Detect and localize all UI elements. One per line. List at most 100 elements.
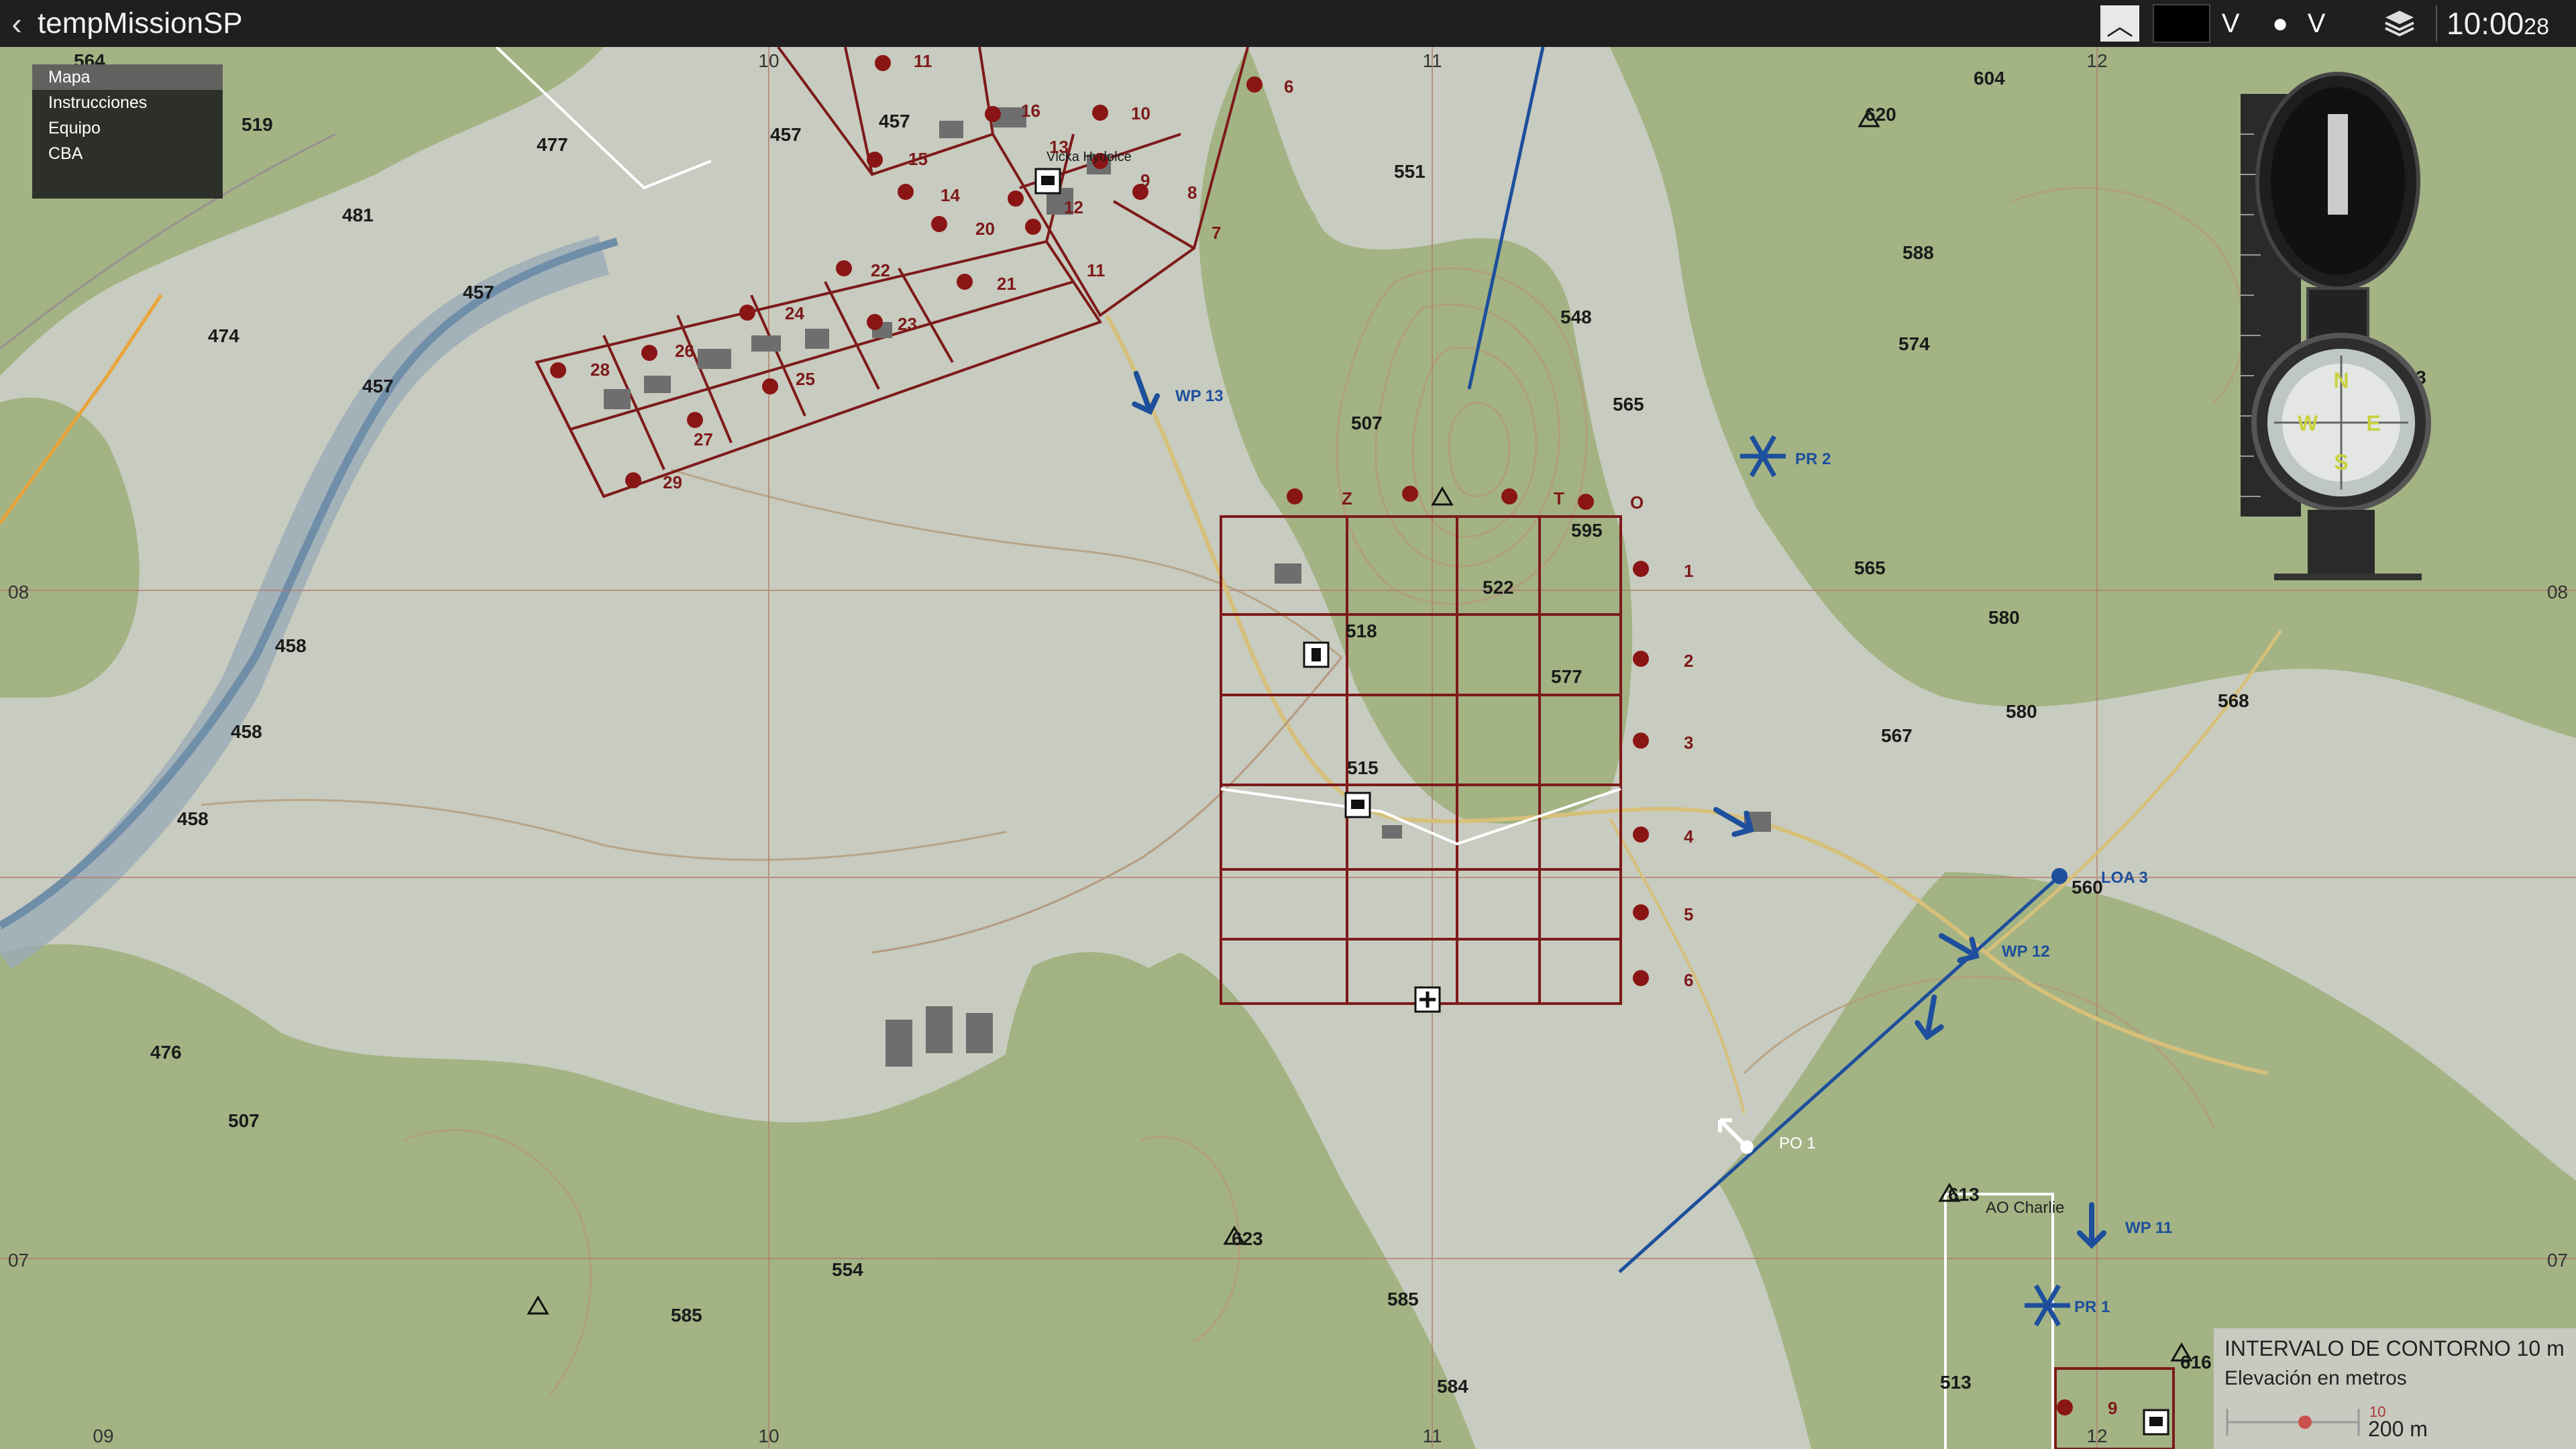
toolbar-divider [2436, 5, 2438, 42]
menu-item-mapa[interactable]: Mapa [32, 64, 223, 90]
elevation-label: 458 [231, 721, 262, 742]
marker-label: LOA 3 [2101, 869, 2148, 887]
ao-dot [2057, 1399, 2073, 1415]
grid-label-right: 08 [2547, 582, 2568, 602]
elevation-label: 477 [537, 134, 568, 155]
grid-dot [1287, 488, 1303, 504]
elevation-label: 565 [1613, 394, 1644, 415]
grid-label-top: 11 [1422, 50, 1442, 71]
sector-dot [898, 184, 914, 200]
sector-dot [625, 472, 641, 488]
sector-number: 27 [694, 429, 713, 449]
grid-dot [1578, 494, 1594, 510]
grid-label-right: 07 [2547, 1250, 2568, 1271]
sector-dot [867, 152, 883, 168]
tactical-map[interactable]: 10 11 1209 10 11 1208070807564519477 457457481… [0, 0, 2576, 1449]
sector-dot [739, 305, 755, 321]
marker-type-icon[interactable]: ● [2260, 5, 2300, 42]
grid-digit: 6 [1684, 970, 1693, 990]
elevation-label: 580 [2006, 701, 2037, 722]
grid-dot [1633, 826, 1649, 843]
layers-icon[interactable] [2373, 5, 2426, 42]
grid-label-left: 08 [8, 582, 29, 602]
sector-dot [1025, 219, 1041, 235]
grid-digit: 4 [1684, 826, 1694, 847]
grid-label-top: 10 [758, 50, 779, 71]
sector-number: 7 [1212, 223, 1221, 243]
elevation-label: 507 [1351, 413, 1383, 433]
grid-dot [1402, 486, 1418, 502]
grid-letter: T [1554, 488, 1564, 508]
sector-number: 14 [941, 185, 960, 205]
elevation-label: 476 [150, 1042, 182, 1063]
elevation-label: 551 [1394, 161, 1426, 182]
grid-dot [1633, 733, 1649, 749]
marker-color-swatch[interactable] [2153, 4, 2211, 43]
elevation-label: 595 [1571, 520, 1603, 541]
grid-dot [1501, 488, 1517, 504]
bus-stop-icon [1034, 168, 1061, 195]
elevation-label: 577 [1551, 666, 1582, 687]
sector-number: 10 [1131, 103, 1150, 123]
sector-number: 8 [1187, 182, 1197, 203]
compass-icon[interactable]: N W E S [2234, 67, 2435, 604]
marker-label: PR 2 [1795, 450, 1831, 468]
grid-digit: 5 [1684, 904, 1693, 924]
marker-dropdown-icon[interactable]: V [2300, 5, 2332, 42]
elevation-label: 568 [2218, 690, 2249, 711]
sector-number: 15 [908, 149, 928, 169]
color-dropdown-icon[interactable]: V [2214, 5, 2247, 42]
elevation-label: 613 [1948, 1184, 1980, 1205]
elevation-label: 574 [1898, 333, 1930, 354]
sector-number: 29 [663, 472, 682, 492]
grid-label-top: 12 [2086, 50, 2107, 71]
grid-digit: 1 [1684, 561, 1693, 581]
sector-dot [867, 314, 883, 330]
sector-dot [641, 345, 657, 361]
menu-item-equipo[interactable]: Equipo [32, 115, 223, 141]
sector-number: 22 [871, 260, 890, 280]
collapse-button[interactable]: ︿ [2100, 5, 2140, 42]
svg-text:E: E [2366, 411, 2380, 435]
elevation-label: 457 [362, 376, 394, 396]
sector-number: 11 [1087, 260, 1106, 280]
elevation-label: 548 [1560, 307, 1592, 327]
elevation-label: 623 [1232, 1228, 1263, 1249]
elevation-label: 554 [832, 1259, 863, 1280]
elevation-label: 457 [879, 111, 910, 131]
elevation-label: 519 [241, 114, 273, 135]
svg-text:W: W [2298, 411, 2318, 435]
elevation-label: 474 [208, 325, 239, 346]
grid-dot [1633, 904, 1649, 920]
elevation-label: 585 [671, 1305, 702, 1326]
sector-number: 13 [1049, 137, 1069, 157]
sector-number: 23 [898, 314, 917, 334]
ao-sector-digit: 9 [2108, 1398, 2117, 1418]
grid-dot [1633, 651, 1649, 667]
map-legend: INTERVALO DE CONTORNO 10 m Elevación en … [2214, 1328, 2576, 1449]
sector-number: 24 [785, 303, 804, 323]
menu-item-instrucciones[interactable]: Instrucciones [32, 90, 223, 115]
elevation-label: 457 [770, 124, 802, 145]
grid-digit: 3 [1684, 733, 1693, 753]
elevation-label: 522 [1483, 577, 1514, 598]
elevation-label: 565 [1854, 557, 1886, 578]
toolbar: ︿ V ● V 10:0028 [2100, 0, 2576, 47]
sector-number: 20 [975, 219, 995, 239]
svg-text:N: N [2333, 368, 2349, 392]
menu-item-cba[interactable]: CBA [32, 141, 223, 166]
sector-dot [1092, 105, 1108, 121]
elevation-label: 513 [1940, 1372, 1972, 1393]
sector-number: 12 [1064, 197, 1083, 217]
sector-number: 16 [1021, 101, 1040, 121]
sector-dot [931, 216, 947, 232]
back-button[interactable]: ‹ [0, 0, 34, 47]
grid-label-left: 07 [8, 1250, 29, 1271]
grid-digit: 2 [1684, 651, 1693, 671]
sector-dot [985, 106, 1001, 122]
elevation-label: 560 [2072, 877, 2103, 898]
elevation-label: 518 [1346, 621, 1377, 641]
sector-number: 26 [675, 341, 694, 361]
mission-title: tempMissionSP [38, 7, 243, 40]
marker-label: PR 1 [2074, 1298, 2110, 1316]
